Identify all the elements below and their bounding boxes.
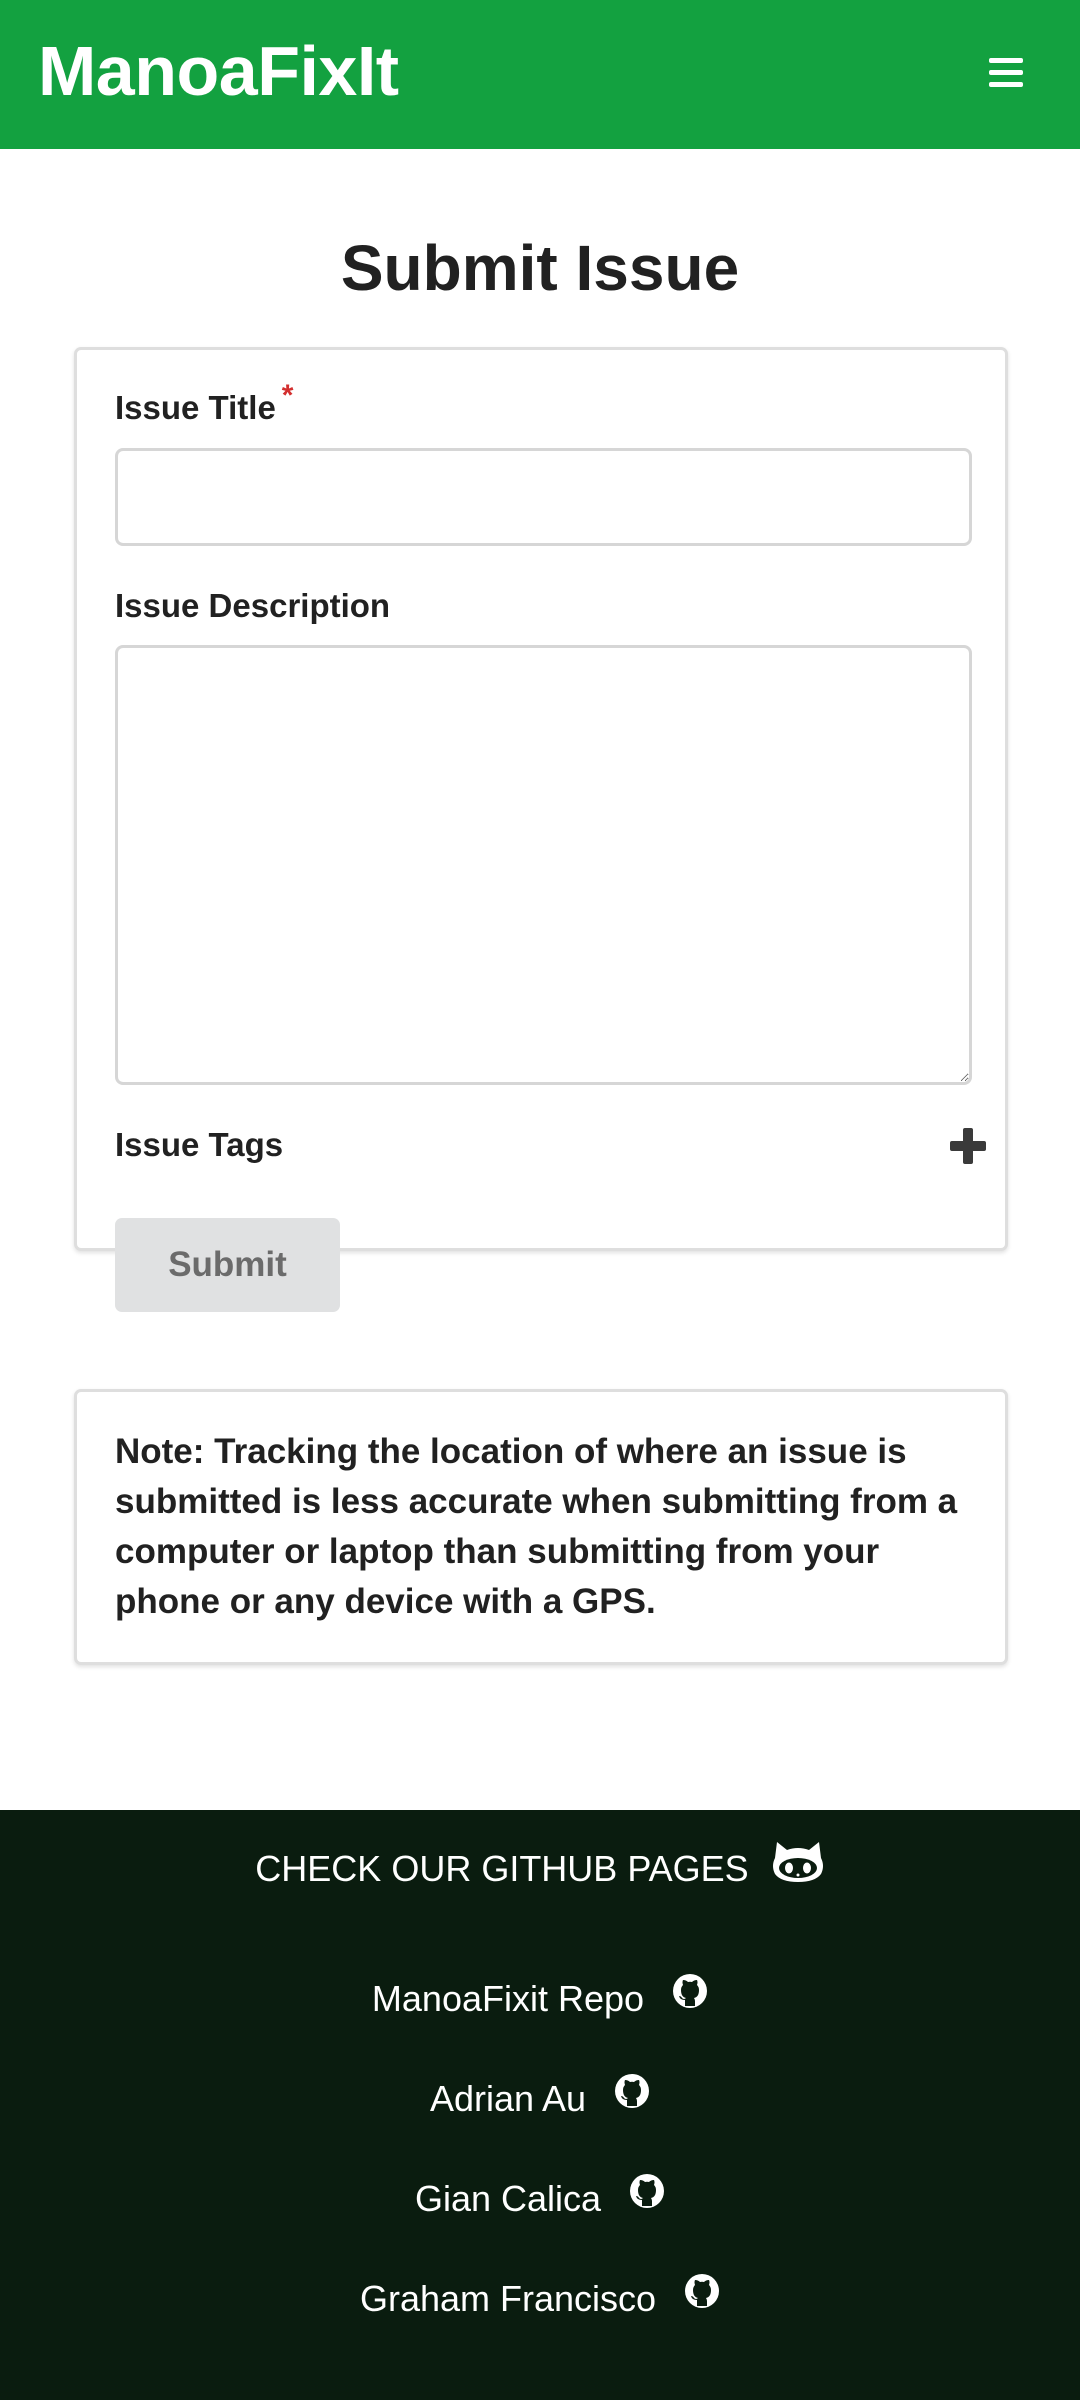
footer-link-gian-calica[interactable]: Gian Calica (0, 2174, 1080, 2226)
issue-description-textarea[interactable] (115, 645, 972, 1085)
footer-link-adrian-au[interactable]: Adrian Au (0, 2074, 1080, 2126)
required-marker: * (281, 379, 294, 412)
gps-note-card: Note: Tracking the location of where an … (74, 1389, 1008, 1665)
hamburger-menu-icon[interactable] (989, 58, 1023, 88)
github-octocat-icon (771, 1838, 825, 1897)
footer-link-label[interactable]: ManoaFixit Repo (372, 1978, 644, 2019)
submit-button[interactable]: Submit (115, 1218, 340, 1312)
footer-link-label[interactable]: Gian Calica (415, 2178, 601, 2219)
footer-link-label[interactable]: Adrian Au (430, 2078, 586, 2119)
github-icon[interactable] (672, 1972, 708, 2022)
issue-title-input[interactable] (115, 448, 972, 546)
footer-link-label[interactable]: Graham Francisco (360, 2278, 656, 2319)
footer-heading-text: CHECK OUR GITHUB PAGES (255, 1848, 749, 1890)
page-title: Submit Issue (340, 232, 740, 304)
footer-link-manoafixit-repo[interactable]: ManoaFixit Repo (0, 1974, 1080, 2026)
github-icon[interactable] (684, 2272, 720, 2322)
footer-link-graham-francisco[interactable]: Graham Francisco (0, 2274, 1080, 2326)
navbar: ManoaFixIt (0, 0, 1080, 149)
gps-note-text: Note: Tracking the location of where an … (115, 1432, 958, 1621)
issue-title-label-text: Issue Title (115, 389, 276, 426)
footer: CHECK OUR GITHUB PAGES ManoaFixit Repo A… (0, 1810, 1080, 2400)
submit-issue-form: Issue Title * Issue Description Issue Tag… (74, 347, 1008, 1312)
brand-logo[interactable]: ManoaFixIt (38, 26, 399, 116)
issue-title-label: Issue Title * (115, 379, 293, 430)
github-icon[interactable] (614, 2072, 650, 2122)
github-icon[interactable] (629, 2172, 665, 2222)
footer-heading: CHECK OUR GITHUB PAGES (0, 1842, 1080, 1901)
issue-tags-label: Issue Tags (115, 1126, 284, 1163)
issue-description-label: Issue Description (115, 587, 391, 624)
add-tag-plus-icon[interactable] (950, 1128, 986, 1164)
